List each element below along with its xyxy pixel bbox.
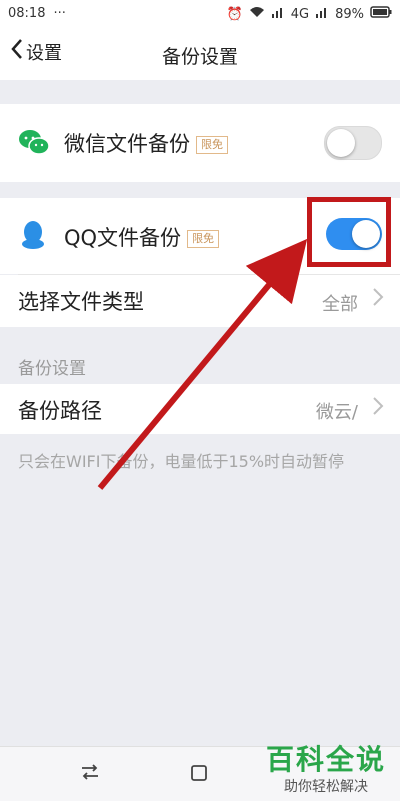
recent-apps-icon[interactable] — [80, 763, 100, 785]
watermark-logo: 百科全说 助你轻松解决 — [266, 738, 386, 796]
watermark-subtitle: 助你轻松解决 — [283, 779, 368, 795]
home-icon[interactable] — [190, 764, 208, 786]
annotation-arrow — [97, 238, 308, 490]
watermark-title: 百科全说 — [265, 743, 386, 776]
